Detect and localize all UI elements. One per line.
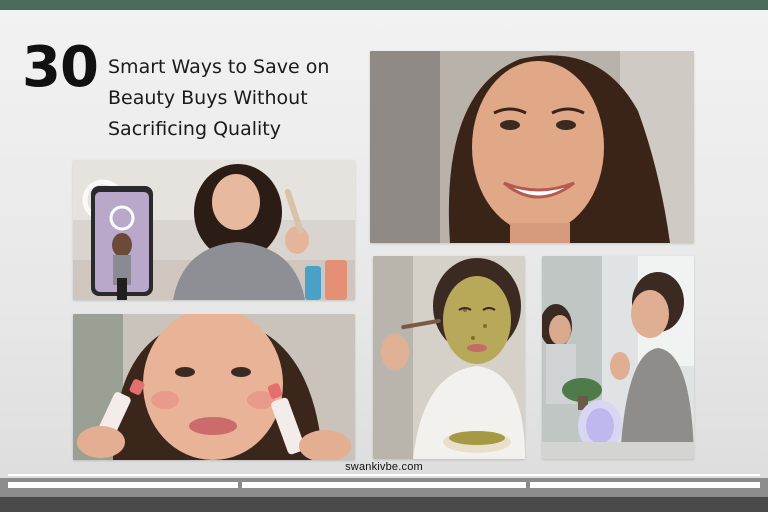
- woman-filming-makeup-with-phone-photo: [73, 160, 355, 300]
- footer-rule-middle: [242, 482, 526, 488]
- footer-rule-top: [8, 474, 760, 476]
- top-band: [0, 0, 768, 10]
- footer-bar: [0, 497, 768, 512]
- footer-rule-left: [8, 482, 238, 488]
- website-url: swankivbe.com: [345, 461, 423, 473]
- title-number: 30: [22, 35, 99, 100]
- footer-rule-right: [530, 482, 760, 488]
- woman-holding-lipsticks-photo: [73, 314, 355, 460]
- woman-with-led-mask-photo: [542, 256, 694, 459]
- title-line-2: Beauty Buys Without: [108, 87, 308, 109]
- woman-applying-face-mask-photo: [373, 256, 525, 459]
- title-line-3: Sacrificing Quality: [108, 118, 281, 140]
- title-line-1: Smart Ways to Save on: [108, 56, 330, 78]
- smiling-woman-portrait-photo: [370, 51, 694, 243]
- page-title: Smart Ways to Save on Beauty Buys Withou…: [108, 52, 368, 145]
